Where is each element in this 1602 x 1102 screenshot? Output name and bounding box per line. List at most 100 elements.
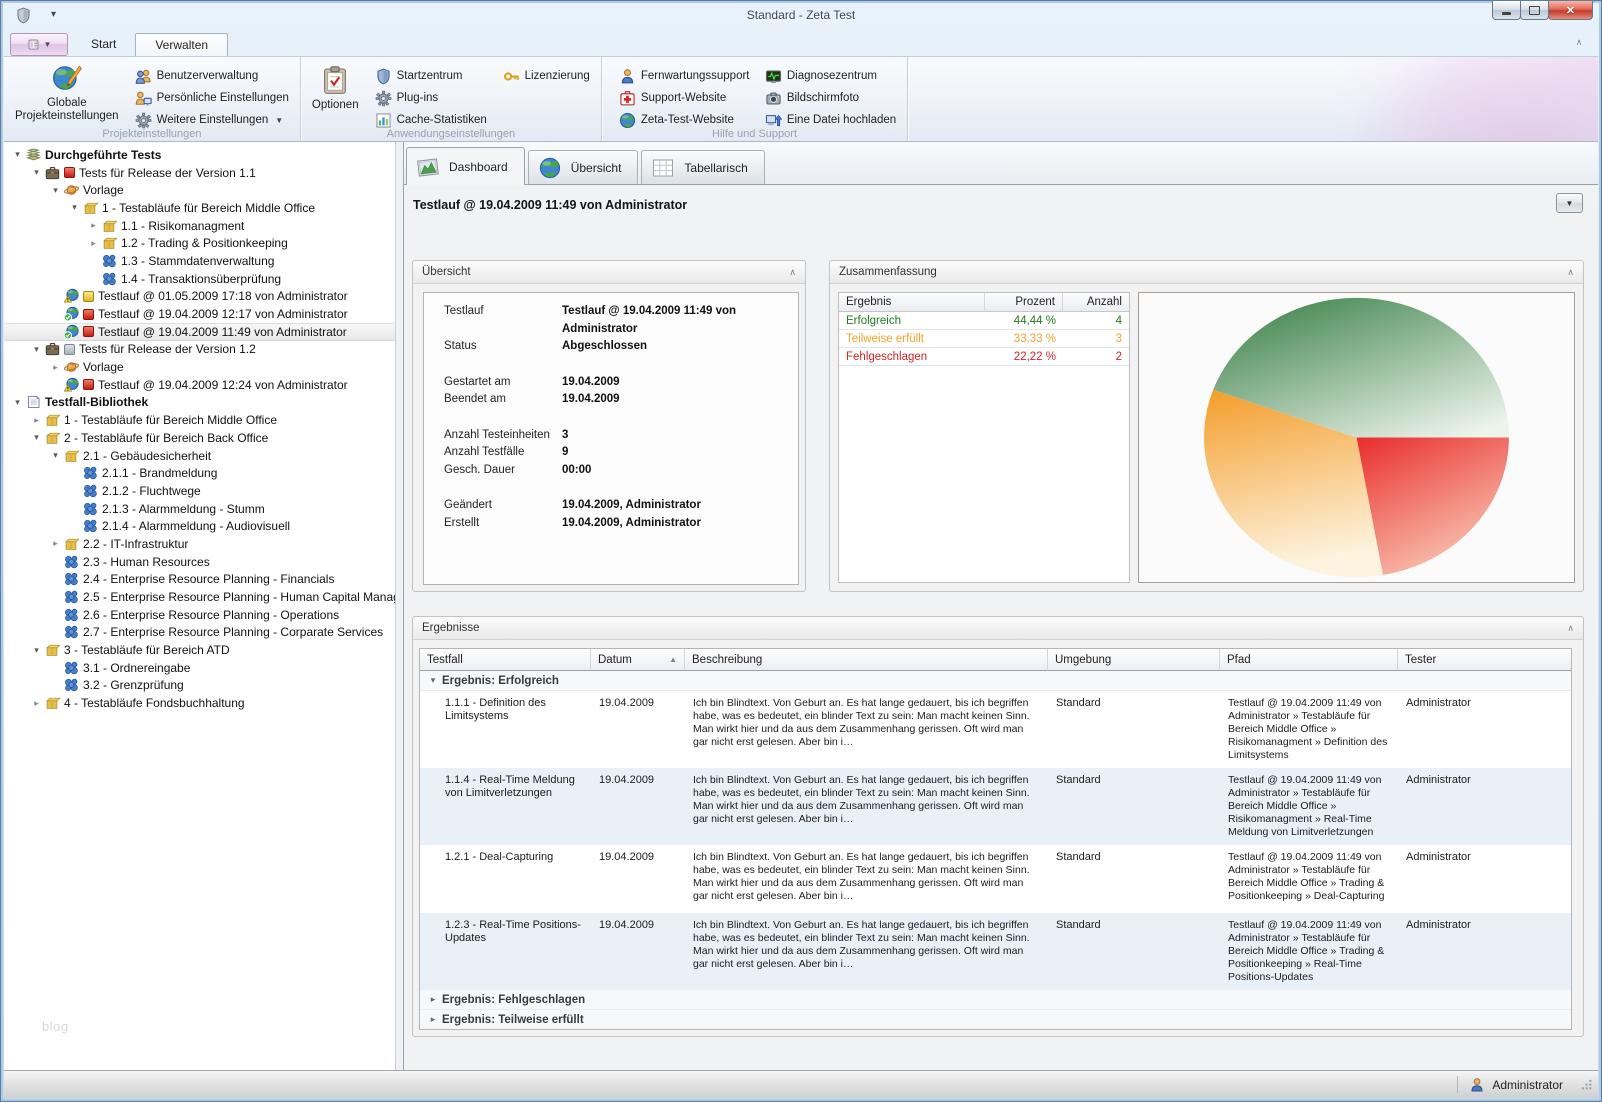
maximize-button[interactable] xyxy=(1520,1,1549,20)
ribbon-tab-verwalten[interactable]: Verwalten xyxy=(135,33,228,56)
tree-item[interactable]: ▸2.2 - IT-Infrastruktur xyxy=(4,535,395,553)
tree-item[interactable]: ▸1.2 - Trading & Positionkeeping xyxy=(4,234,395,252)
bildschirmfoto-button[interactable]: Bildschirmfoto xyxy=(760,88,901,109)
tree-item[interactable]: Testlauf @ 19.04.2009 12:17 von Administ… xyxy=(4,305,395,323)
tree-item[interactable]: ▸1 - Testabläufe für Bereich Middle Offi… xyxy=(4,411,395,429)
result-group-row[interactable]: ▸Ergebnis: Fehlgeschlagen xyxy=(420,990,1571,1010)
tree-item[interactable]: Testlauf @ 19.04.2009 11:49 von Administ… xyxy=(4,323,395,341)
tree-item[interactable]: 2.4 - Enterprise Resource Planning - Fin… xyxy=(4,571,395,589)
collapse-icon[interactable]: ▾ xyxy=(48,450,63,461)
tree-item[interactable]: Testlauf @ 19.04.2009 12:24 von Administ… xyxy=(4,376,395,394)
tree-item[interactable]: 2.6 - Enterprise Resource Planning - Ope… xyxy=(4,606,395,624)
benutzerverwaltung-button[interactable]: Benutzerverwaltung xyxy=(130,66,294,87)
tree-item[interactable]: ▾3 - Testabläufe für Bereich ATD xyxy=(4,641,395,659)
dashboard-options-dropdown[interactable]: ▼ xyxy=(1556,193,1583,213)
tree-item[interactable]: 2.1.4 - Alarmmeldung - Audiovisuell xyxy=(4,517,395,535)
resize-grip-icon[interactable] xyxy=(1580,1078,1593,1091)
tree-item[interactable]: ▾Tests für Release der Version 1.2 xyxy=(4,341,395,359)
lizenzierung-button[interactable]: Lizenzierung xyxy=(498,66,595,87)
collapse-icon[interactable]: ▾ xyxy=(10,149,25,160)
column-header-umgebung[interactable]: Umgebung xyxy=(1048,649,1220,671)
expand-icon[interactable]: ▸ xyxy=(48,362,63,373)
tree-item[interactable]: ▾2 - Testabläufe für Bereich Back Office xyxy=(4,429,395,447)
column-header-tester[interactable]: Tester xyxy=(1398,649,1571,671)
result-row[interactable]: 1.1.1 - Definition des Limitsystems19.04… xyxy=(420,691,1571,768)
close-button[interactable]: ✕ xyxy=(1548,1,1593,20)
support-website-button[interactable]: Support-Website xyxy=(614,88,754,109)
tab-tabellarisch[interactable]: Tabellarisch xyxy=(641,150,764,184)
tree-item[interactable]: 2.7 - Enterprise Resource Planning - Cor… xyxy=(4,624,395,642)
tree-item-label: 2.3 - Human Resources xyxy=(83,555,216,569)
column-header[interactable]: Prozent xyxy=(985,293,1063,312)
expand-icon[interactable]: ▸ xyxy=(86,238,101,249)
tree-item[interactable]: ▸1.1 - Risikomanagment xyxy=(4,217,395,235)
minimize-button[interactable] xyxy=(1492,1,1521,20)
tree-item[interactable]: ▾2.1 - Gebäudesicherheit xyxy=(4,447,395,465)
tree-item[interactable]: ▾Testfall-Bibliothek xyxy=(4,394,395,412)
column-header-pfad[interactable]: Pfad xyxy=(1220,649,1398,671)
collapse-icon[interactable]: ▾ xyxy=(67,202,82,213)
expand-icon[interactable]: ▸ xyxy=(29,698,44,709)
expand-icon[interactable]: ▸ xyxy=(48,538,63,549)
tree-item[interactable]: Testlauf @ 01.05.2009 17:18 von Administ… xyxy=(4,288,395,306)
persoenliche-einstellungen-button[interactable]: Persönliche Einstellungen xyxy=(130,88,294,109)
fernwartungssupport-button[interactable]: Fernwartungssupport xyxy=(614,66,754,87)
testrun-warn-icon xyxy=(63,377,80,393)
application-menu-button[interactable]: ▼ xyxy=(10,33,68,56)
tree-item[interactable]: 2.3 - Human Resources xyxy=(4,553,395,571)
column-header-datum[interactable]: Datum▲ xyxy=(591,649,685,671)
expand-icon[interactable]: ▸ xyxy=(426,994,440,1005)
cell-pfad: Testlauf @ 19.04.2009 11:49 von Administ… xyxy=(1220,768,1398,845)
expand-icon[interactable]: ▸ xyxy=(86,220,101,231)
tree-item[interactable]: 2.1.3 - Alarmmeldung - Stumm xyxy=(4,500,395,518)
result-group-row[interactable]: ▾Ergebnis: Erfolgreich xyxy=(420,671,1571,691)
column-header[interactable]: Ergebnis xyxy=(839,293,985,312)
collapse-icon[interactable]: ▾ xyxy=(29,432,44,443)
tree-item[interactable]: ▸Vorlage xyxy=(4,358,395,376)
diagnosezentrum-button[interactable]: Diagnosezentrum xyxy=(760,66,901,87)
bar-chart-icon xyxy=(375,112,392,129)
collapse-icon[interactable]: ▾ xyxy=(29,344,44,355)
collapse-icon[interactable]: ▾ xyxy=(10,397,25,408)
collapse-icon[interactable]: ▾ xyxy=(29,645,44,656)
tree-item[interactable]: 1.4 - Transaktionsüberprüfung xyxy=(4,270,395,288)
collapse-chevron-icon[interactable]: ∧ xyxy=(1567,623,1574,634)
result-row[interactable]: 1.1.4 - Real-Time Meldung von Limitverle… xyxy=(420,768,1571,845)
collapse-icon[interactable]: ▾ xyxy=(426,675,440,686)
collapse-icon[interactable]: ▾ xyxy=(48,185,63,196)
ribbon-collapse-icon[interactable]: ∧ xyxy=(1572,37,1586,49)
ribbon-decoration xyxy=(1038,57,1598,141)
tree-item[interactable]: 2.5 - Enterprise Resource Planning - Hum… xyxy=(4,588,395,606)
tab-dashboard[interactable]: Dashboard xyxy=(406,147,525,185)
startzentrum-button[interactable]: Startzentrum xyxy=(370,66,492,87)
results-panel-header: Ergebnisse ∧ xyxy=(413,617,1583,640)
collapse-chevron-icon[interactable]: ∧ xyxy=(789,267,796,278)
tree-item[interactable]: 1.3 - Stammdatenverwaltung xyxy=(4,252,395,270)
expand-icon[interactable]: ▸ xyxy=(426,1014,440,1025)
tree-item[interactable]: 2.1.2 - Fluchtwege xyxy=(4,482,395,500)
optionen-button[interactable]: Optionen xyxy=(307,62,364,115)
collapse-chevron-icon[interactable]: ∧ xyxy=(1567,267,1574,278)
title-bar: ▾ Standard - Zeta Test ✕ xyxy=(1,1,1601,31)
tree-item[interactable]: 2.1.1 - Brandmeldung xyxy=(4,464,395,482)
expand-icon[interactable]: ▸ xyxy=(29,415,44,426)
tree-item[interactable]: ▾1 - Testabläufe für Bereich Middle Offi… xyxy=(4,199,395,217)
column-header-beschreibung[interactable]: Beschreibung xyxy=(685,649,1048,671)
result-row[interactable]: 1.2.3 - Real-Time Positions-Updates19.04… xyxy=(420,913,1571,990)
tree-item[interactable]: ▸4 - Testabläufe Fondsbuchhaltung xyxy=(4,694,395,712)
globale-projekteinstellungen-button[interactable]: Globale Projekteinstellungen xyxy=(10,60,124,126)
tree-item[interactable]: ▾Tests für Release der Version 1.1 xyxy=(4,164,395,182)
tree-item[interactable]: 3.2 - Grenzprüfung xyxy=(4,677,395,695)
result-row[interactable]: 1.2.1 - Deal-Capturing19.04.2009Ich bin … xyxy=(420,845,1571,913)
tree-item[interactable]: ▾Durchgeführte Tests xyxy=(4,146,395,164)
tab-uebersicht[interactable]: Übersicht xyxy=(528,150,639,184)
ribbon-tab-start[interactable]: Start xyxy=(72,33,135,56)
splitter[interactable] xyxy=(396,142,403,1070)
result-group-row[interactable]: ▸Ergebnis: Teilweise erfüllt xyxy=(420,1010,1571,1030)
plug-ins-button[interactable]: Plug-ins xyxy=(370,88,492,109)
tree-item[interactable]: ▾Vorlage xyxy=(4,181,395,199)
collapse-icon[interactable]: ▾ xyxy=(29,167,44,178)
tree-item[interactable]: 3.1 - Ordnereingabe xyxy=(4,659,395,677)
column-header-testfall[interactable]: Testfall xyxy=(420,649,591,671)
column-header[interactable]: Anzahl xyxy=(1063,293,1129,312)
